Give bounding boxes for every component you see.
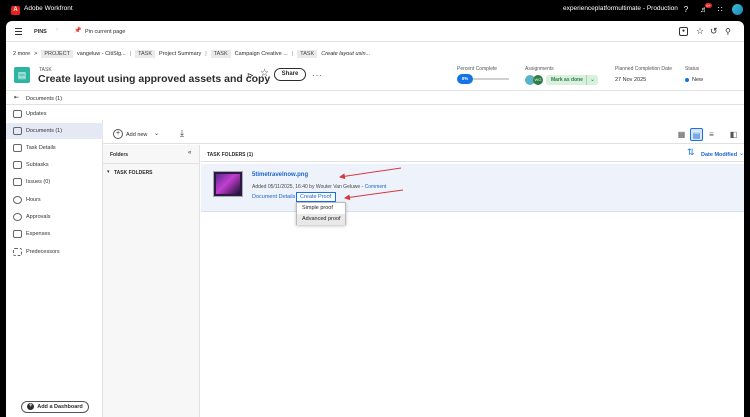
apps-grid-icon[interactable]: ∷ [715, 5, 725, 15]
annotation-arrow [339, 167, 402, 180]
annotation-arrow [344, 189, 404, 201]
app-title: Adobe Workfront [24, 5, 73, 12]
annotation-arrows [339, 167, 404, 201]
top-bar: A Adobe Workfront experienceplatformulti… [0, 0, 750, 21]
adobe-logo-icon[interactable]: A [11, 6, 20, 15]
workfront-window: PINS › 📌 Pin current page ● ☆ ↺ ⚲ 2 more… [6, 21, 744, 417]
help-icon[interactable]: ? [681, 5, 691, 15]
user-avatar[interactable] [732, 4, 743, 15]
org-name[interactable]: experienceplatformultimate - Production [563, 5, 678, 12]
notification-badge: 9+ [705, 3, 712, 8]
